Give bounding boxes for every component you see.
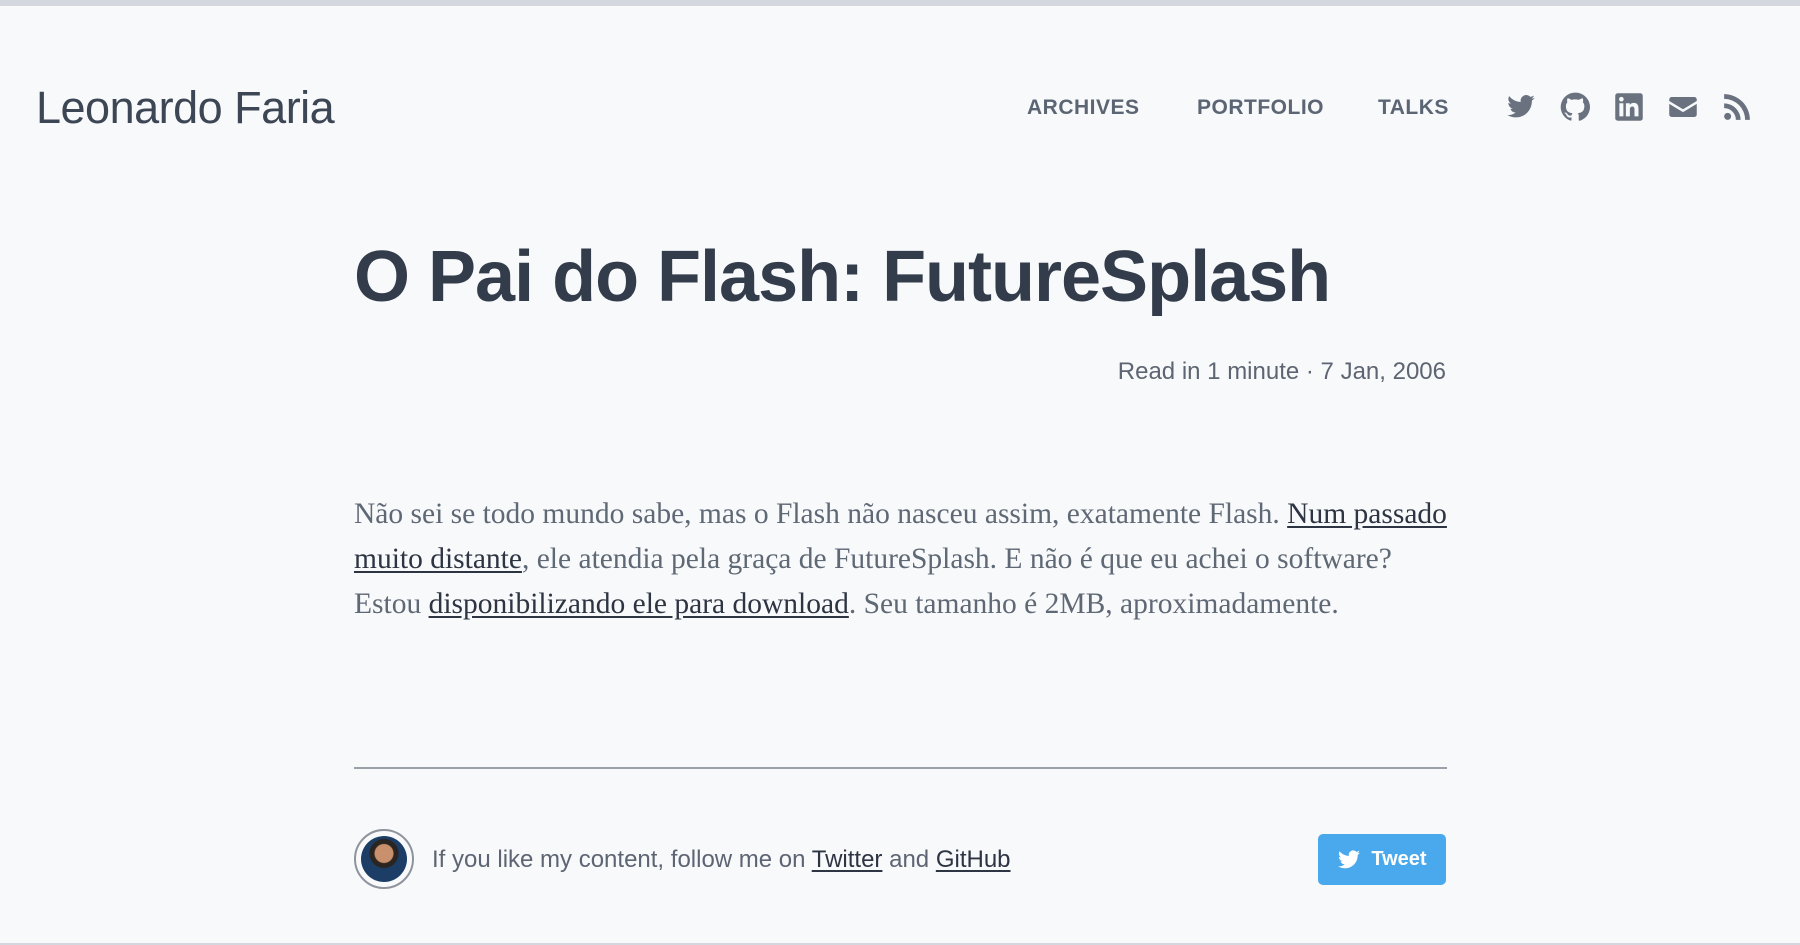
twitter-profile-link[interactable]: Twitter (812, 846, 883, 873)
follow-prefix: If you like my content, follow me on (432, 846, 812, 873)
linkedin-icon[interactable] (1614, 92, 1644, 122)
nav-portfolio[interactable]: PORTFOLIO (1197, 96, 1324, 120)
tweet-button[interactable]: Tweet (1318, 834, 1446, 885)
post-body-text-1: Não sei se todo mundo sabe, mas o Flash … (354, 498, 1288, 530)
email-icon[interactable] (1668, 92, 1698, 122)
post-body-text-3: . Seu tamanho é 2MB, aproximadamente. (848, 588, 1339, 620)
twitter-icon[interactable] (1506, 92, 1536, 122)
rss-icon[interactable] (1722, 92, 1752, 122)
follow-and: and (882, 846, 936, 873)
link-download[interactable]: disponibilizando ele para download (429, 588, 849, 620)
post-title: O Pai do Flash: FutureSplash (354, 237, 1331, 317)
site-title-link[interactable]: Leonardo Faria (36, 82, 335, 134)
nav-archives[interactable]: ARCHIVES (1027, 96, 1140, 120)
twitter-bird-icon (1338, 849, 1361, 868)
avatar-photo (361, 836, 407, 882)
avatar (354, 829, 414, 889)
post-meta: Read in 1 minute · 7 Jan, 2006 (1117, 358, 1446, 385)
nav-talks[interactable]: TALKS (1378, 96, 1449, 120)
post-body: Não sei se todo mundo sabe, mas o Flash … (354, 492, 1454, 627)
github-profile-link[interactable]: GitHub (936, 846, 1011, 873)
follow-text: If you like my content, follow me on Twi… (432, 846, 1011, 874)
github-icon[interactable] (1560, 92, 1590, 122)
top-border (0, 0, 1800, 6)
content-divider (354, 767, 1447, 769)
tweet-label: Tweet (1371, 848, 1427, 870)
